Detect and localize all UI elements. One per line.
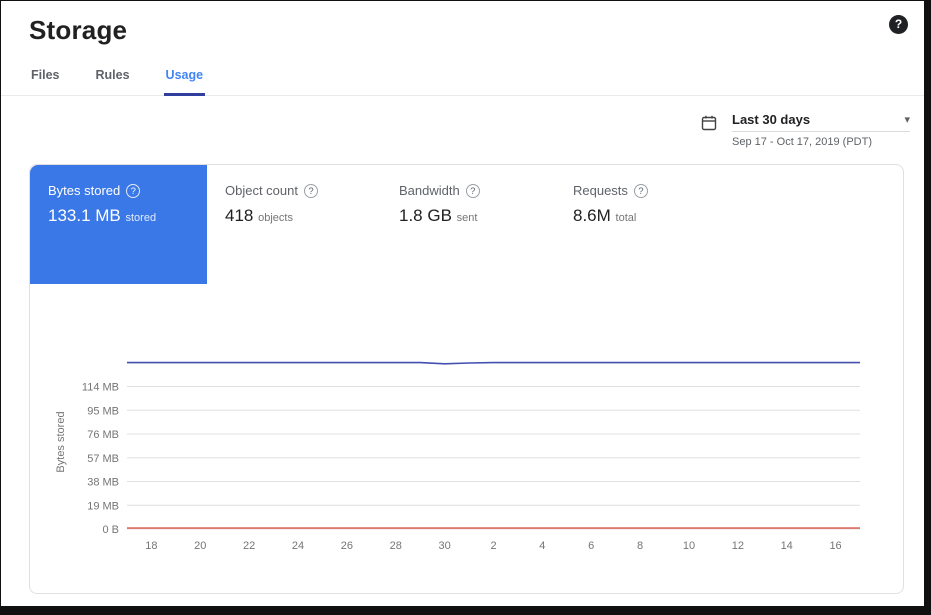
metric-tile-bytes-stored[interactable]: Bytes stored ? 133.1 MB stored bbox=[30, 165, 207, 284]
svg-text:24: 24 bbox=[292, 540, 304, 552]
svg-text:0 B: 0 B bbox=[102, 524, 119, 536]
help-icon[interactable]: ? bbox=[304, 184, 318, 198]
tab-rules[interactable]: Rules bbox=[94, 62, 132, 95]
storage-page: Storage ? Files Rules Usage Last 30 days… bbox=[1, 1, 924, 606]
metric-value-number: 418 bbox=[225, 206, 253, 225]
calendar-icon bbox=[700, 114, 718, 137]
metric-value: 1.8 GB sent bbox=[399, 206, 563, 226]
bytes-stored-line-chart: 114 MB95 MB76 MB57 MB38 MB19 MB0 B182022… bbox=[30, 332, 903, 567]
svg-text:76 MB: 76 MB bbox=[87, 429, 119, 441]
svg-text:20: 20 bbox=[194, 540, 206, 552]
svg-text:22: 22 bbox=[243, 540, 255, 552]
help-icon[interactable]: ? bbox=[466, 184, 480, 198]
metric-value-unit: objects bbox=[258, 212, 293, 224]
help-icon[interactable]: ? bbox=[126, 184, 140, 198]
svg-text:10: 10 bbox=[683, 540, 695, 552]
svg-text:Bytes stored: Bytes stored bbox=[55, 411, 67, 472]
metric-value: 133.1 MB stored bbox=[48, 206, 195, 226]
svg-text:28: 28 bbox=[390, 540, 402, 552]
usage-card: Bytes stored ? 133.1 MB stored Object co… bbox=[29, 164, 904, 594]
metric-value-unit: total bbox=[616, 212, 637, 224]
date-range-selector[interactable]: Last 30 days ▾ Sep 17 - Oct 17, 2019 (PD… bbox=[732, 112, 910, 148]
metric-title: Bytes stored ? bbox=[48, 183, 195, 198]
metric-tile-bandwidth[interactable]: Bandwidth ? 1.8 GB sent bbox=[399, 165, 573, 226]
metric-value-unit: sent bbox=[457, 212, 478, 224]
help-icon[interactable]: ? bbox=[889, 15, 908, 34]
svg-text:14: 14 bbox=[781, 540, 793, 552]
metric-value-number: 133.1 MB bbox=[48, 206, 121, 225]
svg-text:12: 12 bbox=[732, 540, 744, 552]
help-icon[interactable]: ? bbox=[634, 184, 648, 198]
svg-text:26: 26 bbox=[341, 540, 353, 552]
svg-text:38 MB: 38 MB bbox=[87, 477, 119, 489]
svg-text:6: 6 bbox=[588, 540, 594, 552]
metric-title: Object count ? bbox=[225, 183, 389, 198]
date-range-row: Last 30 days ▾ Sep 17 - Oct 17, 2019 (PD… bbox=[1, 96, 924, 152]
page-header: Storage ? bbox=[1, 1, 924, 56]
svg-text:95 MB: 95 MB bbox=[87, 405, 119, 417]
metric-title-text: Object count bbox=[225, 183, 298, 198]
svg-text:16: 16 bbox=[829, 540, 841, 552]
metric-title: Requests ? bbox=[573, 183, 737, 198]
metric-value-number: 1.8 GB bbox=[399, 206, 452, 225]
metric-tiles-row: Bytes stored ? 133.1 MB stored Object co… bbox=[30, 165, 903, 284]
svg-text:30: 30 bbox=[439, 540, 451, 552]
svg-text:18: 18 bbox=[145, 540, 157, 552]
metric-tile-object-count[interactable]: Object count ? 418 objects bbox=[225, 165, 399, 226]
metric-value: 418 objects bbox=[225, 206, 389, 226]
tab-bar: Files Rules Usage bbox=[1, 62, 924, 96]
svg-text:4: 4 bbox=[539, 540, 545, 552]
metric-value: 8.6M total bbox=[573, 206, 737, 226]
date-range-detail: Sep 17 - Oct 17, 2019 (PDT) bbox=[732, 136, 910, 148]
metric-value-unit: stored bbox=[126, 212, 157, 224]
chevron-down-icon: ▾ bbox=[904, 113, 910, 126]
metric-title: Bandwidth ? bbox=[399, 183, 563, 198]
svg-text:19 MB: 19 MB bbox=[87, 500, 119, 512]
usage-chart-container: 114 MB95 MB76 MB57 MB38 MB19 MB0 B182022… bbox=[30, 332, 903, 567]
tab-usage[interactable]: Usage bbox=[164, 62, 206, 96]
page-title: Storage bbox=[29, 15, 896, 46]
metric-tile-requests[interactable]: Requests ? 8.6M total bbox=[573, 165, 747, 226]
metric-title-text: Bandwidth bbox=[399, 183, 460, 198]
tab-files[interactable]: Files bbox=[29, 62, 62, 95]
date-range-label: Last 30 days bbox=[732, 112, 810, 127]
date-range-dropdown[interactable]: Last 30 days ▾ bbox=[732, 112, 910, 132]
svg-text:8: 8 bbox=[637, 540, 643, 552]
metric-title-text: Requests bbox=[573, 183, 628, 198]
svg-text:114 MB: 114 MB bbox=[82, 382, 119, 394]
metric-value-number: 8.6M bbox=[573, 206, 611, 225]
svg-text:57 MB: 57 MB bbox=[87, 453, 119, 465]
metric-title-text: Bytes stored bbox=[48, 183, 120, 198]
svg-text:2: 2 bbox=[490, 540, 496, 552]
